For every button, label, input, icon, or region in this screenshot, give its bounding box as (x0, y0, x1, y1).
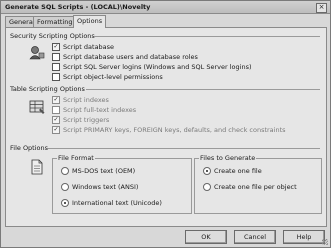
security-divider (94, 36, 320, 37)
format-option-1[interactable]: Windows text (ANSI) (61, 183, 138, 192)
radio-create-one-file[interactable] (203, 167, 211, 175)
radio-windows-text[interactable] (61, 183, 69, 191)
security-option-0[interactable]: ✓ Script database (52, 43, 114, 52)
resize-grip-icon[interactable] (322, 239, 328, 245)
options-panel: Security Scripting Options ✓ Script datab… (5, 27, 327, 227)
file-section-heading: File Options (10, 144, 49, 152)
checkbox-script-indexes[interactable]: ✓ (52, 96, 60, 104)
security-option-1[interactable]: Script database users and database roles (52, 53, 198, 62)
checkbox-keys-constraints[interactable]: ✓ (52, 126, 60, 134)
table-option-0[interactable]: ✓ Script indexes (52, 96, 109, 105)
files-to-generate-title: Files to Generate (199, 154, 257, 162)
security-option-2[interactable]: Script SQL Server logins (Windows and SQ… (52, 63, 252, 72)
files-to-generate-group: Files to Generate Create one file Create… (194, 154, 322, 214)
checkbox-fulltext-indexes[interactable] (52, 106, 60, 114)
format-option-2[interactable]: International text (Unicode) (61, 199, 162, 208)
file-divider (48, 148, 320, 149)
checkbox-sql-logins[interactable] (52, 63, 60, 71)
title-bar[interactable]: Generate SQL Scripts - (LOCAL)\Novelty × (1, 1, 330, 14)
radio-msdos-text[interactable] (61, 167, 69, 175)
tab-options[interactable]: Options (73, 15, 107, 28)
security-section-heading: Security Scripting Options (10, 32, 95, 40)
generate-option-0[interactable]: Create one file (203, 167, 262, 176)
checkbox-database-users[interactable] (52, 53, 60, 61)
security-icon (29, 46, 45, 60)
checkbox-object-permissions[interactable] (52, 73, 60, 81)
file-icon (31, 159, 43, 175)
checkbox-script-triggers[interactable]: ✓ (52, 116, 60, 124)
cancel-button[interactable]: Cancel (234, 230, 276, 244)
file-format-group: File Format MS-DOS text (OEM) Windows te… (52, 154, 192, 214)
radio-one-file-per-object[interactable] (203, 183, 211, 191)
dialog-window: Generate SQL Scripts - (LOCAL)\Novelty ×… (0, 0, 331, 248)
table-option-1[interactable]: Script full-text indexes (52, 106, 136, 115)
generate-option-1[interactable]: Create one file per object (203, 183, 297, 192)
radio-international-text[interactable] (61, 199, 69, 207)
format-option-0[interactable]: MS-DOS text (OEM) (61, 167, 135, 176)
ok-button[interactable]: OK (185, 230, 227, 244)
close-icon[interactable]: × (316, 3, 327, 13)
table-divider (86, 89, 320, 90)
table-icon (29, 100, 45, 114)
checkbox-script-database[interactable]: ✓ (52, 43, 60, 51)
security-option-3[interactable]: Script object-level permissions (52, 73, 163, 82)
file-format-title: File Format (57, 154, 95, 162)
table-option-2[interactable]: ✓ Script triggers (52, 116, 109, 125)
help-button[interactable]: Help (283, 230, 325, 244)
table-section-heading: Table Scripting Options (10, 85, 85, 93)
window-title: Generate SQL Scripts - (LOCAL)\Novelty (5, 3, 151, 11)
table-option-3[interactable]: ✓ Script PRIMARY keys, FOREIGN keys, defa… (52, 126, 286, 135)
